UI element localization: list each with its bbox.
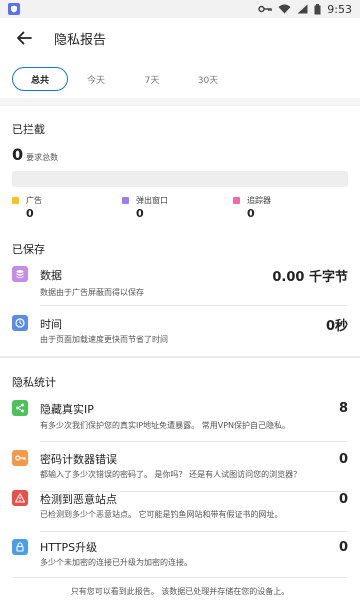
footer-divider xyxy=(12,577,348,578)
privacy-section-title: 隐私统计 xyxy=(12,376,56,389)
malicious-sites-value: 0 xyxy=(338,492,348,507)
hide-ip-value: 8 xyxy=(338,401,348,416)
blocked-total-label: 要求总数 xyxy=(26,153,59,162)
https-upgrade-desc: 多少个未加密的连接已升级为加密的连接。 xyxy=(40,558,192,567)
signal-icon xyxy=(297,4,308,14)
hide-ip-desc: 有多少次我们保护您的真实IP地址免遭暴露。 常用VPN保护自己隐私。 xyxy=(40,421,291,430)
privacy-row-https-upgrade: HTTPS升级 多少个未加密的连接已升级为加密的连接。 0 xyxy=(0,539,360,575)
tab-7-days[interactable]: 7天 xyxy=(124,67,180,91)
period-tabs: 总共 今天 7天 30天 xyxy=(0,64,360,94)
key-icon xyxy=(12,450,28,466)
database-icon xyxy=(12,266,28,282)
blocked-bar xyxy=(12,171,348,187)
legend-popups: 弹出窗口 xyxy=(122,195,168,206)
privacy-row-password-errors: 密码计数器错误 都输入了多少次错误的密码了。 是你吗？ 还是有人试图访问您的浏览… xyxy=(0,450,360,492)
blocked-total-value: 0 xyxy=(12,145,24,164)
ads-dot xyxy=(12,197,19,204)
saved-data-row: 数据 数据由于广告屏蔽而得以保存 0.00 千字节 xyxy=(0,266,360,306)
password-errors-title: 密码计数器错误 xyxy=(40,453,117,466)
battery-icon xyxy=(314,3,321,15)
saved-time-title: 时间 xyxy=(40,318,62,331)
app-shield-icon xyxy=(8,3,20,15)
status-bar: 9:53 xyxy=(0,0,360,18)
saved-data-title: 数据 xyxy=(40,269,62,282)
lock-icon xyxy=(12,539,28,555)
malicious-sites-title: 检测到恶意站点 xyxy=(40,493,117,506)
saved-data-desc: 数据由于广告屏蔽而得以保存 xyxy=(40,288,144,297)
password-errors-value: 0 xyxy=(338,452,348,467)
trackers-dot xyxy=(233,197,240,204)
tab-today[interactable]: 今天 xyxy=(68,67,124,91)
tab-30-days[interactable]: 30天 xyxy=(180,67,236,91)
legend-trackers: 追踪器 xyxy=(233,195,271,206)
warning-icon xyxy=(12,490,28,506)
back-button[interactable] xyxy=(12,26,36,50)
row-divider xyxy=(40,531,348,532)
privacy-row-malicious-sites: 检测到恶意站点 已检测到多少个恶意站点。 它可能是钓鱼网站和带有假证书的网址。 … xyxy=(0,490,360,532)
saved-time-row: 时间 由于页面加载速度更快而节省了时间 0秒 xyxy=(0,315,360,355)
page-title: 隐私报告 xyxy=(54,32,107,48)
saved-time-desc: 由于页面加载速度更快而节省了时间 xyxy=(40,335,168,344)
https-upgrade-title: HTTPS升级 xyxy=(40,541,98,554)
password-errors-desc: 都输入了多少次错误的密码了。 是你吗？ 还是有人试图访问您的浏览器？ xyxy=(40,470,302,479)
status-time: 9:53 xyxy=(327,2,352,16)
blocked-section-title: 已拦截 xyxy=(12,123,45,136)
trackers-label: 追踪器 xyxy=(247,196,271,205)
app-bar: 隐私报告 xyxy=(0,18,360,58)
wifi-icon xyxy=(278,4,291,14)
tab-total[interactable]: 总共 xyxy=(12,67,68,91)
blocked-total: 0 要求总数 xyxy=(12,145,58,164)
row-divider xyxy=(40,441,348,442)
footer-note: 只有您可以看到此报告。 该数据已处理并存储在您的设备上。 xyxy=(70,587,290,596)
clock-icon xyxy=(12,315,28,331)
popups-label: 弹出窗口 xyxy=(136,196,168,205)
popups-dot xyxy=(122,197,129,204)
arrow-left-icon xyxy=(17,31,32,45)
section-divider xyxy=(0,356,360,358)
saved-time-value: 0秒 xyxy=(325,319,348,334)
saved-data-value: 0.00 千字节 xyxy=(272,270,348,285)
section-divider xyxy=(0,98,360,106)
privacy-row-hide-ip: 隐藏真实IP 有多少次我们保护您的真实IP地址免遭暴露。 常用VPN保护自己隐私… xyxy=(0,400,360,442)
ads-label: 广告 xyxy=(26,196,42,205)
ads-value: 0 xyxy=(26,207,34,220)
trackers-value: 0 xyxy=(247,207,255,220)
share-icon xyxy=(12,400,28,416)
saved-section-title: 已保存 xyxy=(12,243,45,256)
row-divider xyxy=(40,305,348,306)
hide-ip-title: 隐藏真实IP xyxy=(40,403,94,416)
legend-ads: 广告 xyxy=(12,195,42,206)
malicious-sites-desc: 已检测到多少个恶意站点。 它可能是钓鱼网站和带有假证书的网址。 xyxy=(40,510,283,519)
https-upgrade-value: 0 xyxy=(338,540,348,555)
popups-value: 0 xyxy=(136,207,144,220)
key-icon xyxy=(258,4,273,14)
